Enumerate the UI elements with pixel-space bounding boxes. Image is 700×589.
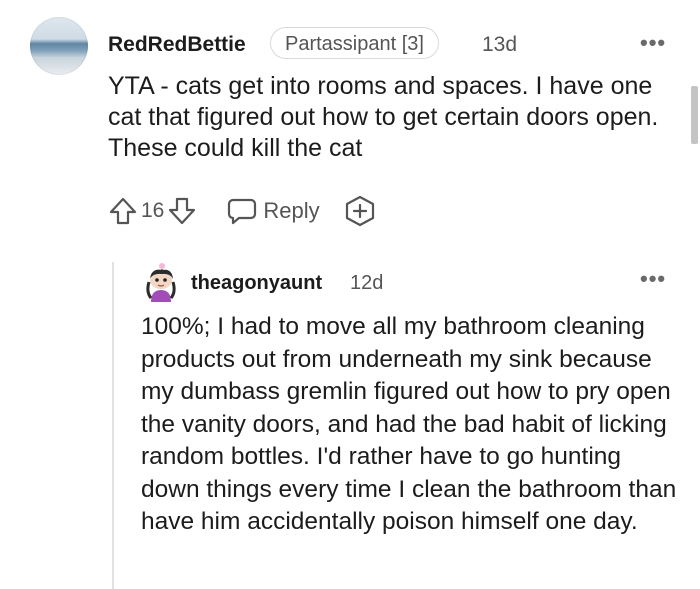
scrollbar[interactable] bbox=[691, 86, 698, 144]
avatar[interactable] bbox=[142, 262, 180, 304]
upvote-button[interactable] bbox=[108, 196, 138, 226]
comment-action-bar: 16 Reply bbox=[108, 194, 376, 228]
comment-body: YTA - cats get into rooms and spaces. I … bbox=[108, 72, 659, 162]
avatar[interactable] bbox=[30, 17, 88, 75]
more-options-icon[interactable]: ••• bbox=[640, 30, 666, 56]
thread-line[interactable] bbox=[112, 262, 114, 589]
award-button[interactable] bbox=[344, 195, 376, 227]
username[interactable]: RedRedBettie bbox=[108, 33, 246, 57]
more-options-icon[interactable]: ••• bbox=[640, 266, 666, 292]
vote-score: 16 bbox=[141, 199, 165, 222]
downvote-button[interactable] bbox=[167, 196, 197, 226]
comment-body: 100%; I had to move all my bathroom clea… bbox=[141, 313, 677, 535]
user-flair-badge: Partassipant [3] bbox=[270, 27, 439, 59]
reply-button-label: Reply bbox=[263, 198, 320, 223]
speech-bubble-icon bbox=[228, 198, 257, 225]
upvote-arrow-icon bbox=[109, 197, 137, 225]
snoo-avatar-icon bbox=[146, 263, 176, 302]
reply-button[interactable]: Reply bbox=[227, 197, 320, 225]
award-plus-icon bbox=[345, 195, 374, 227]
username[interactable]: theagonyaunt bbox=[191, 272, 322, 295]
downvote-arrow-icon bbox=[169, 197, 196, 225]
comment-timestamp[interactable]: 13d bbox=[482, 33, 517, 57]
comment-timestamp[interactable]: 12d bbox=[350, 272, 383, 295]
